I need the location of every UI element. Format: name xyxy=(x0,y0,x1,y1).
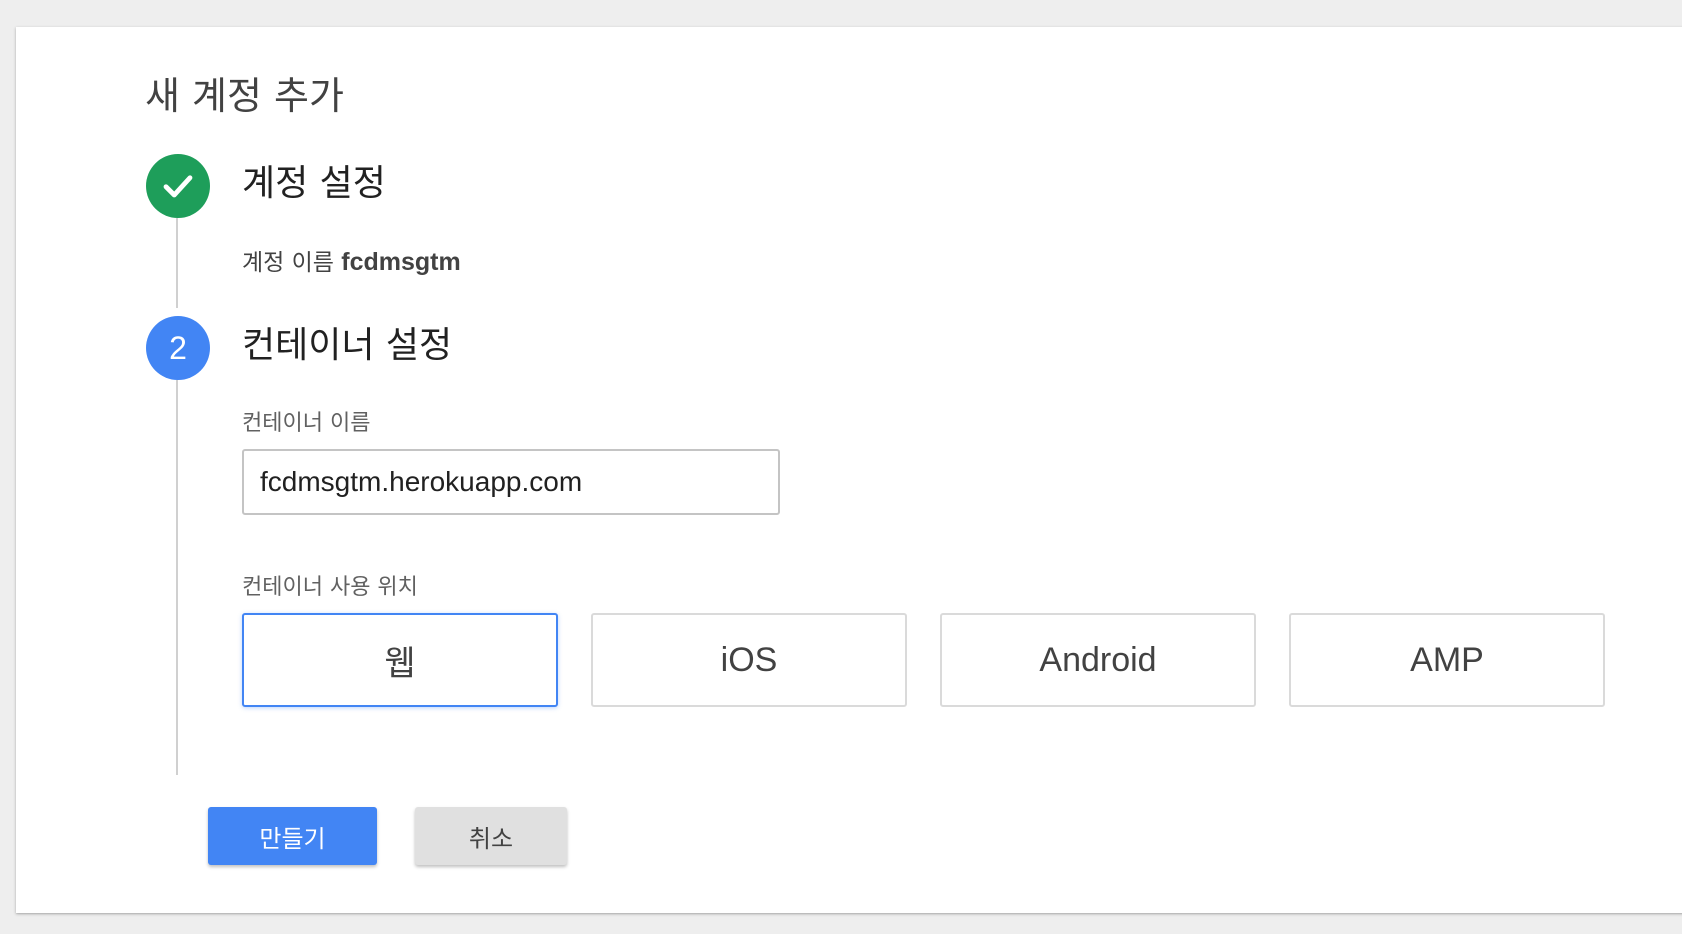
platform-option-ios[interactable]: iOS xyxy=(591,613,907,707)
platform-option-amp[interactable]: AMP xyxy=(1289,613,1605,707)
step-title-account-settings: 계정 설정 xyxy=(242,163,386,204)
container-name-label: 컨테이너 이름 xyxy=(242,411,371,436)
cancel-button[interactable]: 취소 xyxy=(415,807,567,865)
step-connector-line xyxy=(176,218,178,308)
step-number-badge: 2 xyxy=(146,316,210,380)
account-name-value: fcdmsgtm xyxy=(341,248,461,276)
create-button[interactable]: 만들기 xyxy=(208,807,377,865)
container-name-input[interactable] xyxy=(242,449,780,515)
page-title: 새 계정 추가 xyxy=(145,74,344,118)
account-name-summary: 계정 이름 fcdmsgtm xyxy=(242,247,461,278)
step-title-container-settings: 컨테이너 설정 xyxy=(242,325,453,366)
platform-selector: 웹 iOS Android AMP xyxy=(242,613,1605,707)
step-complete-badge xyxy=(146,154,210,218)
step-connector-line xyxy=(176,380,178,775)
platform-option-web[interactable]: 웹 xyxy=(242,613,558,707)
container-usage-label: 컨테이너 사용 위치 xyxy=(242,575,418,600)
account-name-label: 계정 이름 xyxy=(242,250,334,276)
platform-option-android[interactable]: Android xyxy=(940,613,1256,707)
check-icon xyxy=(163,175,193,198)
